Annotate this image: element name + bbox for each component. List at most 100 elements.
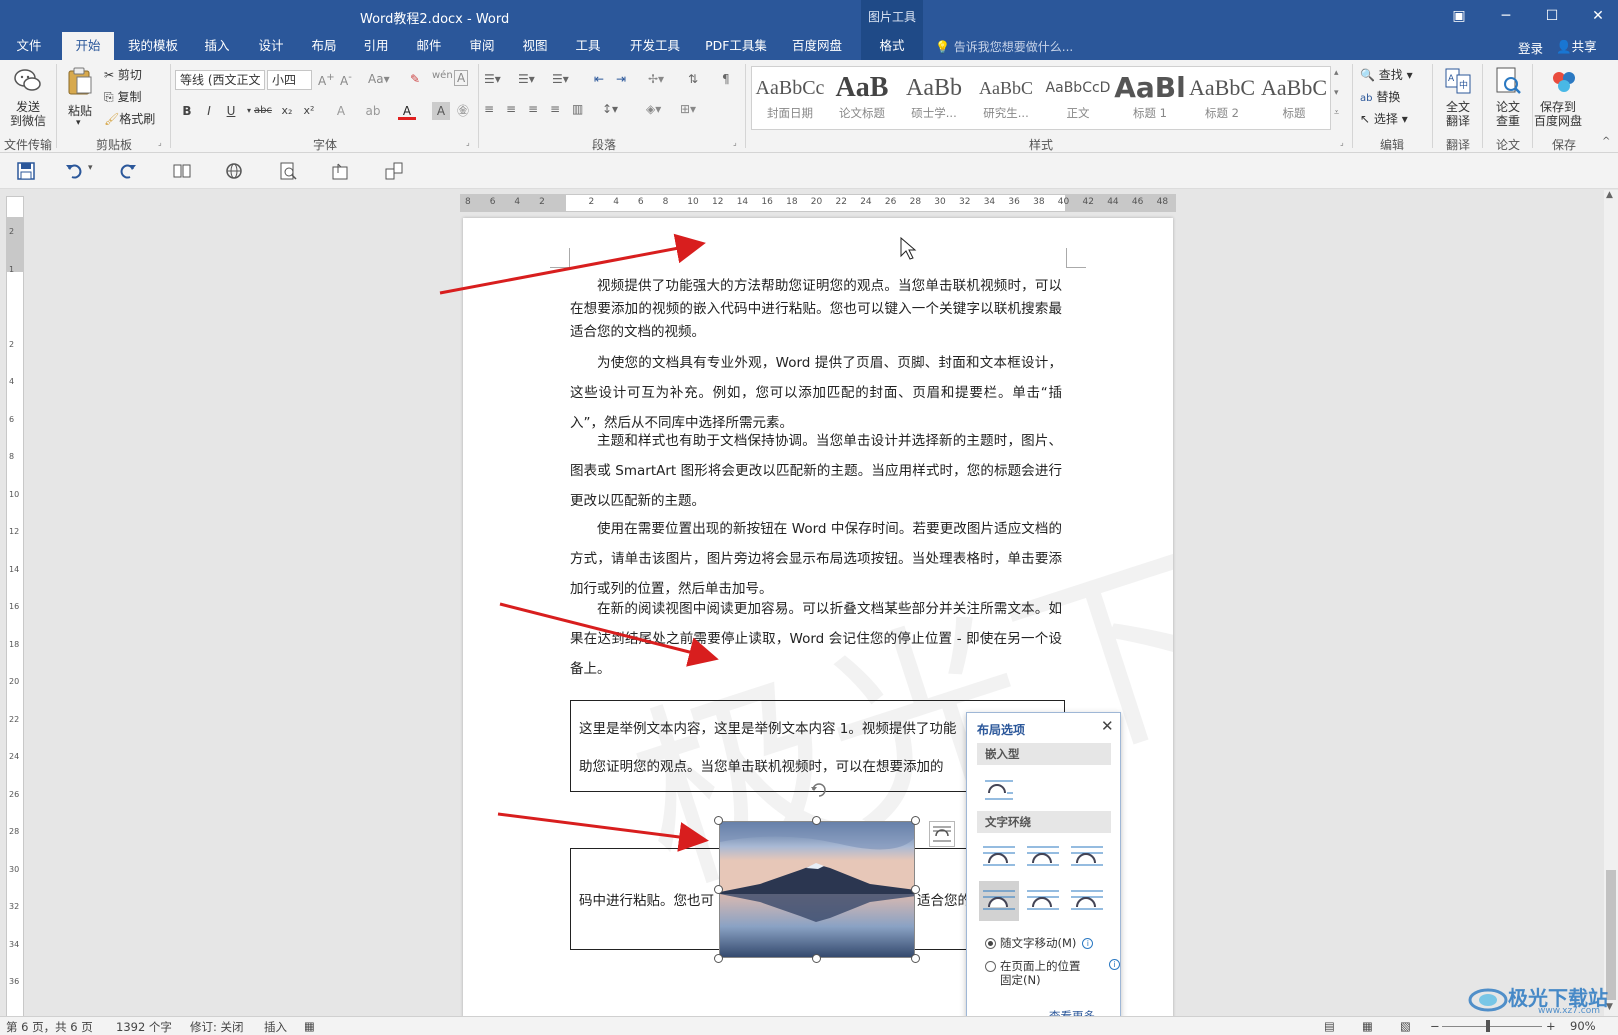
fix-position-option[interactable]: 在页面上的位置 固定(N) i bbox=[985, 959, 1120, 987]
superscript-icon[interactable]: x² bbox=[300, 102, 318, 120]
line-spacing-icon[interactable]: ↕▾ bbox=[602, 102, 618, 116]
style-normal[interactable]: AaBbCcD 正文 bbox=[1042, 69, 1114, 127]
collapse-ribbon-icon[interactable]: ^ bbox=[1602, 136, 1610, 147]
character-border-icon[interactable]: A bbox=[454, 70, 469, 86]
touch-mode-icon[interactable] bbox=[330, 161, 350, 181]
info-icon[interactable]: i bbox=[1082, 938, 1094, 949]
resize-handle-bottom[interactable] bbox=[812, 954, 821, 963]
tab-tools[interactable]: 工具 bbox=[567, 32, 609, 60]
tab-references[interactable]: 引用 bbox=[355, 32, 397, 60]
sort-icon[interactable]: ⇅ bbox=[688, 72, 698, 86]
tab-my-templates[interactable]: 我的模板 bbox=[122, 32, 184, 60]
borders-icon[interactable]: ⊞▾ bbox=[680, 102, 696, 116]
tab-developer[interactable]: 开发工具 bbox=[622, 32, 688, 60]
track-changes-status[interactable]: 修订: 关闭 bbox=[190, 1019, 244, 1035]
format-painter-button[interactable]: 🖌格式刷 bbox=[104, 110, 155, 127]
paragraph-3[interactable]: 主题和样式也有助于文档保持协调。当您单击设计并选择新的主题时，图片、图表或 Sm… bbox=[570, 426, 1062, 516]
zoom-level[interactable]: 90% bbox=[1570, 1019, 1596, 1033]
chinese-layout-icon[interactable]: ✢▾ bbox=[648, 72, 664, 86]
style-graduate[interactable]: AaBbC 研究生... bbox=[970, 69, 1042, 127]
paragraph-4[interactable]: 使用在需要位置出现的新按钮在 Word 中保存时间。若要更改图片适应文档的方式，… bbox=[570, 514, 1062, 604]
macro-record-icon[interactable]: ▦ bbox=[304, 1019, 315, 1033]
info-icon[interactable]: i bbox=[1109, 959, 1120, 970]
resize-handle-bottom-right[interactable] bbox=[911, 954, 920, 963]
replace-button[interactable]: ab 替换 bbox=[1360, 88, 1400, 105]
tab-home[interactable]: 开始 bbox=[62, 32, 114, 60]
redo-icon[interactable] bbox=[118, 161, 138, 181]
style-paper-title[interactable]: AaB 论文标题 bbox=[826, 69, 898, 127]
read-mode-icon[interactable]: ▤ bbox=[1324, 1019, 1335, 1033]
wrap-behind-text-icon[interactable] bbox=[1023, 881, 1063, 921]
find-button[interactable]: 🔍 查找 ▾ bbox=[1360, 66, 1413, 83]
wrap-square-icon[interactable] bbox=[979, 837, 1019, 877]
save-to-baidu-netdisk-button[interactable]: 保存到 百度网盘 bbox=[1534, 64, 1594, 130]
close-icon[interactable]: ✕ bbox=[1101, 717, 1114, 735]
enclose-characters-icon[interactable]: ㊎ bbox=[454, 102, 472, 120]
full-text-translate-button[interactable]: A 中 全文 翻译 bbox=[1436, 64, 1480, 130]
copy-button[interactable]: ⎘ 复制 bbox=[104, 88, 141, 105]
web-layout-view-icon[interactable]: ▧ bbox=[1400, 1019, 1411, 1033]
wrap-through-icon[interactable] bbox=[1067, 837, 1107, 877]
grow-font-icon[interactable]: A+ bbox=[318, 72, 335, 88]
distributed-icon[interactable]: ▥ bbox=[572, 102, 583, 116]
tab-view[interactable]: 视图 bbox=[514, 32, 556, 60]
font-size-combobox[interactable]: 小四 bbox=[267, 70, 312, 90]
vertical-ruler[interactable]: 212468101214161820222426283032343638 bbox=[6, 196, 24, 1026]
scroll-up-icon[interactable]: ▲ bbox=[1606, 190, 1613, 200]
style-cover-date[interactable]: AaBbCc 封面日期 bbox=[754, 69, 826, 127]
radio-selected[interactable] bbox=[985, 938, 996, 949]
font-name-combobox[interactable]: 等线 (西文正文 bbox=[175, 70, 265, 90]
italic-icon[interactable]: I bbox=[200, 102, 218, 120]
rotate-handle-icon[interactable] bbox=[809, 780, 829, 800]
zoom-slider-thumb[interactable] bbox=[1486, 1020, 1490, 1032]
customize-qat-icon[interactable] bbox=[384, 161, 404, 181]
tab-pdf-tools[interactable]: PDF工具集 bbox=[700, 32, 772, 60]
show-marks-icon[interactable]: ¶ bbox=[722, 72, 730, 86]
bullets-icon[interactable]: ☰▾ bbox=[484, 72, 501, 86]
zoom-out-icon[interactable]: − bbox=[1430, 1019, 1440, 1033]
minimize-button[interactable]: ─ bbox=[1483, 0, 1529, 32]
style-master-degree[interactable]: AaBb 硕士学... bbox=[898, 69, 970, 127]
wrap-in-front-icon[interactable] bbox=[1067, 881, 1107, 921]
login-link[interactable]: 登录 bbox=[1518, 38, 1543, 57]
tell-me-search[interactable]: 💡 告诉我您想要做什么... bbox=[935, 38, 1073, 55]
phonetic-guide-icon[interactable]: wén bbox=[432, 70, 453, 81]
tab-baidu-netdisk[interactable]: 百度网盘 bbox=[784, 32, 850, 60]
resize-handle-bottom-left[interactable] bbox=[714, 954, 723, 963]
numbering-icon[interactable]: ☰▾ bbox=[518, 72, 535, 86]
tab-insert[interactable]: 插入 bbox=[196, 32, 238, 60]
change-case-icon[interactable]: Aa▾ bbox=[368, 72, 390, 86]
resize-handle-left[interactable] bbox=[714, 885, 723, 894]
save-icon[interactable] bbox=[16, 161, 36, 181]
resize-handle-right[interactable] bbox=[911, 885, 920, 894]
text-effects-icon[interactable]: A bbox=[332, 102, 350, 120]
two-pages-icon[interactable] bbox=[172, 161, 192, 181]
shading-icon[interactable]: ◈▾ bbox=[646, 102, 661, 116]
style-title[interactable]: AaBbC 标题 bbox=[1258, 69, 1330, 127]
tab-mailings[interactable]: 邮件 bbox=[408, 32, 450, 60]
justify-icon[interactable]: ≡ bbox=[550, 102, 560, 116]
undo-icon[interactable] bbox=[64, 161, 84, 181]
insert-mode-status[interactable]: 插入 bbox=[264, 1019, 287, 1035]
undo-dropdown-icon[interactable]: ▾ bbox=[88, 163, 93, 173]
strikethrough-icon[interactable]: abc bbox=[254, 102, 272, 120]
increase-indent-icon[interactable]: ⇥ bbox=[616, 72, 626, 86]
print-layout-icon[interactable]: ▦ bbox=[1362, 1019, 1373, 1033]
align-center-icon[interactable]: ≡ bbox=[506, 102, 516, 116]
multilevel-list-icon[interactable]: ☰▾ bbox=[552, 72, 569, 86]
wrap-top-bottom-icon[interactable] bbox=[979, 881, 1019, 921]
character-shading-icon[interactable]: A bbox=[432, 102, 450, 120]
maximize-button[interactable]: ☐ bbox=[1529, 0, 1575, 32]
close-window-button[interactable]: ✕ bbox=[1575, 0, 1618, 32]
resize-handle-top[interactable] bbox=[812, 816, 821, 825]
paste-dropdown-icon[interactable]: ▾ bbox=[76, 118, 81, 128]
bold-icon[interactable]: B bbox=[178, 102, 196, 120]
subscript-icon[interactable]: x₂ bbox=[278, 102, 296, 120]
paper-duplicate-check-button[interactable]: 论文 查重 bbox=[1486, 64, 1530, 130]
shrink-font-icon[interactable]: A- bbox=[340, 72, 352, 88]
clear-format-icon[interactable]: ✎ bbox=[410, 72, 420, 86]
resize-handle-top-left[interactable] bbox=[714, 816, 723, 825]
paragraph-5[interactable]: 在新的阅读视图中阅读更加容易。可以折叠文档某些部分并关注所需文本。如果在达到结尾… bbox=[570, 594, 1062, 684]
zoom-in-icon[interactable]: + bbox=[1546, 1019, 1556, 1033]
styles-dialog-launcher-icon[interactable]: ⌟ bbox=[1340, 138, 1344, 147]
